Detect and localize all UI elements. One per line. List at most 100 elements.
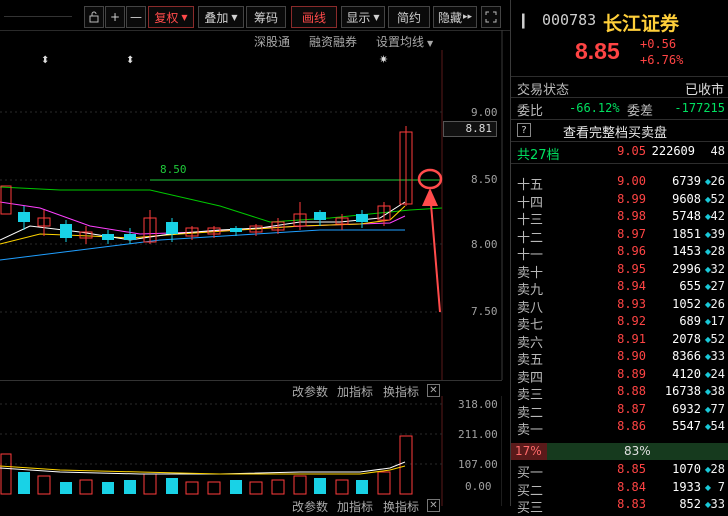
ask-price: 8.95 xyxy=(617,261,646,276)
bid-count: 33 xyxy=(710,497,725,511)
y-tick: 9.00 xyxy=(471,106,498,119)
full-book-link[interactable]: 查看完整档买卖盘 xyxy=(563,122,667,141)
diejia-dropdown[interactable]: 叠加 ▼ xyxy=(198,6,244,28)
yincang-label: 隐藏 xyxy=(437,10,462,25)
gridlines xyxy=(0,111,442,313)
quote-panel: ❙ 000783 长江证券 8.85 +0.56 +6.76% 交易状态 已收市… xyxy=(510,0,728,516)
ask-volume: 1851 xyxy=(672,226,701,241)
huaxian-button[interactable]: 画线 xyxy=(291,6,337,28)
candlestick-chart[interactable]: ⬍ ⬍ ✷ xyxy=(0,30,510,380)
ask-row[interactable]: 卖六 8.91 2078 ◆ 52 xyxy=(511,331,728,351)
bid-row[interactable]: 买三 8.83 852 ◆ 33 xyxy=(511,496,728,516)
annotation-circle xyxy=(417,168,443,190)
ask-level-label: 卖一 xyxy=(517,423,544,438)
ask-volume: 2996 xyxy=(672,261,701,276)
ask-price: 8.98 xyxy=(617,209,646,223)
vol-y-tick: 0.00 xyxy=(465,480,492,493)
stock-name: 长江证券 xyxy=(603,13,680,35)
diamond-icon: ◆ xyxy=(704,482,711,492)
volume-bar xyxy=(60,482,72,494)
ask-count: 38 xyxy=(710,384,725,398)
ask-volume: 655 xyxy=(679,279,701,293)
ask-row[interactable]: 卖八 8.93 1052 ◆ 26 xyxy=(511,296,728,316)
ask-row[interactable]: 卖二 8.87 6932 ◆ 77 xyxy=(511,401,728,421)
ask-row[interactable]: 卖九 8.94 655 ◆ 27 xyxy=(511,278,728,298)
separator xyxy=(511,141,728,142)
y-tick: 8.00 xyxy=(471,238,498,251)
ask-row[interactable]: 卖五 8.90 8366 ◆ 33 xyxy=(511,348,728,368)
fuquan-dropdown[interactable]: 复权 ▼ xyxy=(148,6,194,28)
xianshi-dropdown[interactable]: 显示 ▼ xyxy=(341,6,385,28)
bid-level-label: 买三 xyxy=(517,501,544,516)
volume-bar xyxy=(18,472,30,494)
volume-bars xyxy=(0,435,413,495)
ask-row[interactable]: 卖十 8.95 2996 ◆ 32 xyxy=(511,261,728,281)
chouma-button[interactable]: 筹码 xyxy=(246,6,286,28)
lock-icon[interactable] xyxy=(84,6,104,28)
total-label: 共27档 xyxy=(517,148,560,163)
weicha-label: 委差 xyxy=(627,104,654,119)
candle xyxy=(166,222,178,234)
ask-volume: 689 xyxy=(679,314,701,328)
candle xyxy=(314,212,326,220)
bid-row[interactable]: 买一 8.85 1070 ◆ 28 xyxy=(511,461,728,481)
volume-bar xyxy=(399,435,413,495)
ask-row[interactable]: 十五 9.00 6739 ◆ 26 xyxy=(511,173,728,193)
ask-price: 8.90 xyxy=(617,349,646,363)
ask-price: 8.96 xyxy=(617,244,646,258)
annotation-arrowhead xyxy=(422,188,438,206)
ask-price: 8.94 xyxy=(617,279,646,293)
chevron-down-icon: ▼ xyxy=(373,12,380,22)
menu-icon[interactable]: ❙ xyxy=(517,11,530,29)
volume-bar xyxy=(271,479,285,495)
params-button-2[interactable]: 改参数 xyxy=(292,498,328,515)
expand-icon[interactable] xyxy=(481,6,501,28)
ask-count: 27 xyxy=(710,279,725,293)
hline-label: 8.50 xyxy=(160,163,187,176)
candle xyxy=(230,228,242,232)
volume-bar xyxy=(293,475,307,495)
ask-count: 52 xyxy=(710,331,725,346)
total-cnt: 48 xyxy=(710,144,725,158)
ask-row[interactable]: 十四 8.99 9608 ◆ 52 xyxy=(511,191,728,211)
add-indicator-button-2[interactable]: 加指标 xyxy=(337,498,373,515)
volume-bar xyxy=(37,475,51,495)
weibi-value: -66.12% xyxy=(569,101,620,115)
diejia-label: 叠加 xyxy=(204,10,229,25)
help-icon[interactable]: ? xyxy=(517,123,531,137)
ask-volume: 8366 xyxy=(672,349,701,363)
candle xyxy=(18,212,30,222)
jianyue-button[interactable]: 简约 xyxy=(388,6,430,28)
volume-bar xyxy=(335,479,349,495)
ask-volume: 1052 xyxy=(672,296,701,311)
ask-price: 8.87 xyxy=(617,401,646,416)
volume-chart[interactable] xyxy=(0,396,502,506)
ask-volume: 16738 xyxy=(664,384,701,398)
ask-count: 26 xyxy=(710,174,725,188)
bid-price: 8.83 xyxy=(617,497,646,511)
separator xyxy=(511,119,728,120)
ask-row[interactable]: 十二 8.97 1851 ◆ 39 xyxy=(511,226,728,246)
zoom-in-icon[interactable]: + xyxy=(105,6,125,28)
yincang-button[interactable]: 隐藏 ▸▸ xyxy=(433,6,477,28)
annotation-arrow xyxy=(429,191,441,313)
ask-row[interactable]: 卖四 8.89 4120 ◆ 24 xyxy=(511,366,728,386)
price-change-pct: +6.76% xyxy=(640,53,684,67)
last-price: 8.85 xyxy=(575,38,620,64)
zoom-out-icon[interactable]: — xyxy=(126,6,146,28)
ask-volume: 6932 xyxy=(672,401,701,416)
swap-indicator-button-2[interactable]: 换指标 xyxy=(383,498,419,515)
ask-row[interactable]: 卖一 8.86 5547 ◆ 54 xyxy=(511,418,728,438)
event-marker-icon: ✷ xyxy=(379,53,388,66)
ask-price: 9.00 xyxy=(617,174,646,188)
bid-count: 7 xyxy=(717,479,725,494)
volume-bar xyxy=(185,481,199,495)
candle xyxy=(102,234,114,240)
vol-y-tick: 211.00 xyxy=(458,428,498,441)
ask-row[interactable]: 十一 8.96 1453 ◆ 28 xyxy=(511,243,728,263)
volume-bar xyxy=(143,473,157,495)
bid-row[interactable]: 买二 8.84 1933 ◆ 7 xyxy=(511,479,728,499)
ask-row[interactable]: 卖七 8.92 689 ◆ 17 xyxy=(511,313,728,333)
ask-row[interactable]: 十三 8.98 5748 ◆ 42 xyxy=(511,208,728,228)
ask-row[interactable]: 卖三 8.88 16738 ◆ 38 xyxy=(511,383,728,403)
